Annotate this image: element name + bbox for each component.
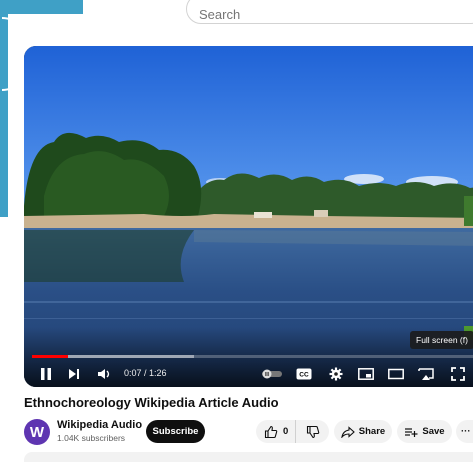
- settings-button[interactable]: [326, 364, 346, 384]
- thumbs-down-icon: [306, 425, 319, 438]
- overlay-ring-icon: [1, 17, 12, 91]
- autoplay-icon: [262, 369, 282, 379]
- cc-label: CC: [299, 372, 309, 379]
- subscriber-count: 1.04K subscribers: [57, 433, 126, 443]
- save-playlist-icon: [405, 427, 418, 437]
- fullscreen-button[interactable]: [448, 364, 468, 384]
- cast-icon: [418, 368, 434, 380]
- subscribe-button[interactable]: Subscribe: [146, 420, 205, 443]
- autoplay-toggle[interactable]: [260, 364, 284, 384]
- dislike-button[interactable]: [296, 420, 329, 443]
- thumbs-up-icon: [264, 425, 278, 438]
- save-label: Save: [422, 426, 445, 437]
- search-box[interactable]: [186, 0, 473, 24]
- next-button[interactable]: [66, 364, 82, 384]
- miniplayer-icon: [358, 368, 374, 380]
- like-button[interactable]: 0: [256, 420, 296, 443]
- next-icon: [69, 369, 79, 379]
- more-icon: ···: [461, 426, 471, 437]
- like-count: 0: [283, 426, 289, 437]
- fullscreen-icon: [451, 367, 465, 381]
- gear-icon: [329, 367, 343, 381]
- overlay-panel-top: [8, 0, 83, 14]
- video-title: Ethnochoreology Wikipedia Article Audio: [24, 395, 279, 410]
- pause-button[interactable]: [38, 364, 54, 384]
- cc-icon: CC: [296, 368, 312, 380]
- progress-played: [32, 355, 68, 358]
- subtitles-button[interactable]: CC: [294, 364, 314, 384]
- like-dislike-group: 0: [256, 420, 329, 443]
- miniplayer-button[interactable]: [356, 364, 376, 384]
- channel-name[interactable]: Wikipedia Audio: [57, 419, 142, 431]
- share-label: Share: [358, 426, 386, 437]
- overlay-panel-corner: [0, 0, 8, 14]
- description-box[interactable]: [24, 452, 473, 462]
- time-display: 0:07 / 1:26: [124, 368, 167, 378]
- theater-icon: [388, 368, 404, 380]
- theater-mode-button[interactable]: [386, 364, 406, 384]
- search-input[interactable]: [199, 5, 449, 23]
- share-icon: [341, 425, 355, 438]
- share-button[interactable]: Share: [334, 420, 392, 443]
- save-button[interactable]: Save: [397, 420, 452, 443]
- volume-icon: [98, 369, 110, 379]
- video-player[interactable]: Full screen (f) 0:07 / 1:26 CC: [24, 46, 473, 387]
- progress-bar[interactable]: [32, 355, 473, 358]
- channel-avatar[interactable]: W: [24, 419, 50, 445]
- volume-button[interactable]: [96, 364, 114, 384]
- fullscreen-tooltip: Full screen (f): [410, 331, 473, 349]
- cast-button[interactable]: [416, 364, 436, 384]
- pause-icon: [41, 368, 51, 380]
- more-actions-button[interactable]: ···: [456, 420, 473, 443]
